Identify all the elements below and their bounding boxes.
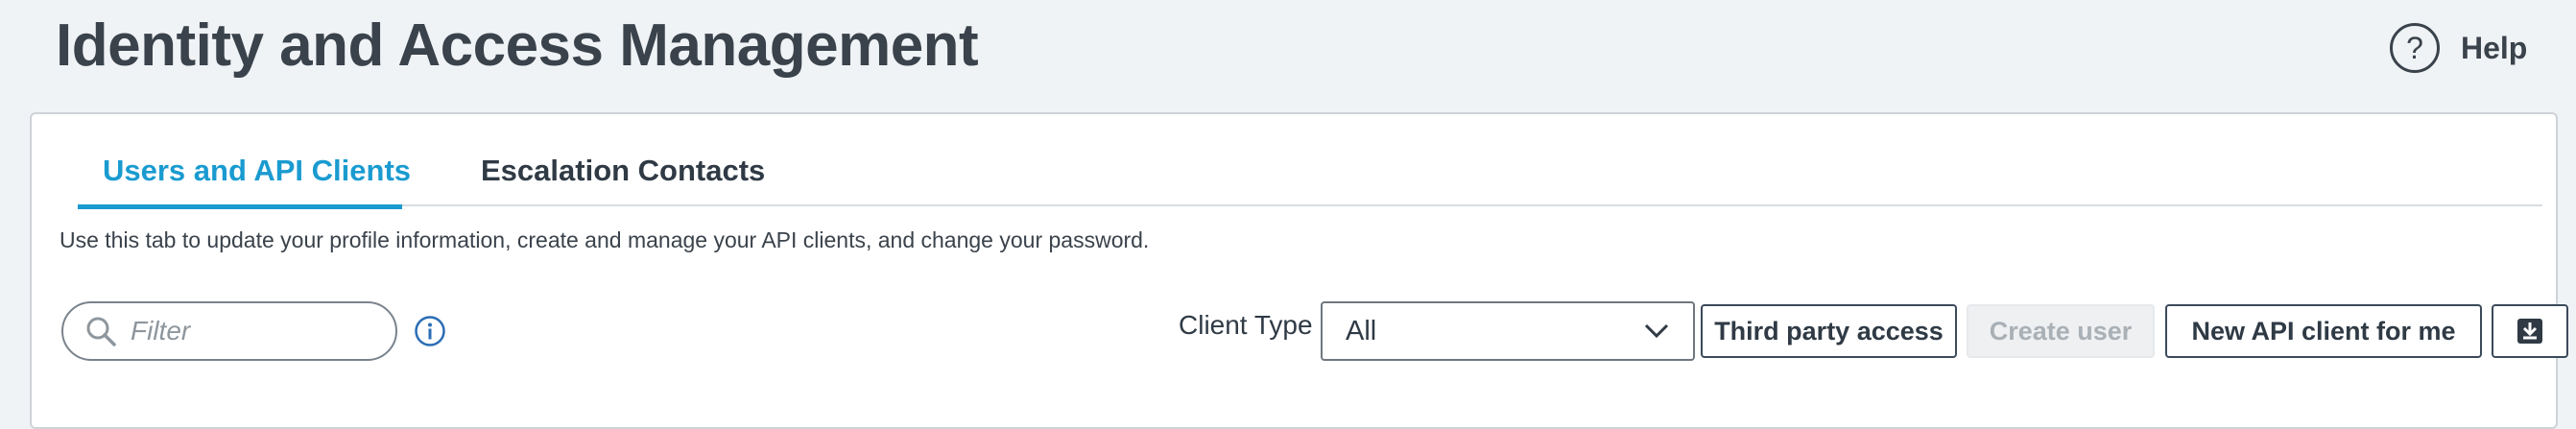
main-card: Users and API Clients Escalation Contact… (30, 112, 2568, 429)
tab-description: Use this tab to update your profile info… (60, 227, 1150, 252)
filter-field[interactable] (61, 301, 397, 361)
chevron-down-icon (1644, 323, 1669, 339)
client-type-value: All (1346, 315, 1377, 346)
client-type-select[interactable]: All (1321, 301, 1695, 361)
page-header: Identity and Access Management ? Help (0, 0, 2576, 111)
third-party-access-button[interactable]: Third party access (1701, 304, 1957, 358)
tab-escalation-contacts[interactable]: Escalation Contacts (456, 135, 790, 206)
tab-bar: Users and API Clients Escalation Contact… (78, 135, 2542, 209)
page-title: Identity and Access Management (56, 12, 979, 79)
question-circle-icon: ? (2390, 23, 2440, 73)
client-type-label: Client Type (1179, 310, 1313, 340)
help-button[interactable]: ? Help (2390, 21, 2527, 75)
tab-users-and-api-clients[interactable]: Users and API Clients (78, 135, 411, 209)
new-api-client-button[interactable]: New API client for me (2165, 304, 2482, 358)
filter-input[interactable] (131, 316, 380, 346)
download-icon (2517, 319, 2542, 344)
search-icon (86, 317, 116, 346)
help-label: Help (2461, 30, 2528, 65)
download-button[interactable] (2492, 304, 2568, 358)
create-user-button[interactable]: Create user (1967, 304, 2155, 358)
info-icon[interactable] (414, 315, 446, 347)
